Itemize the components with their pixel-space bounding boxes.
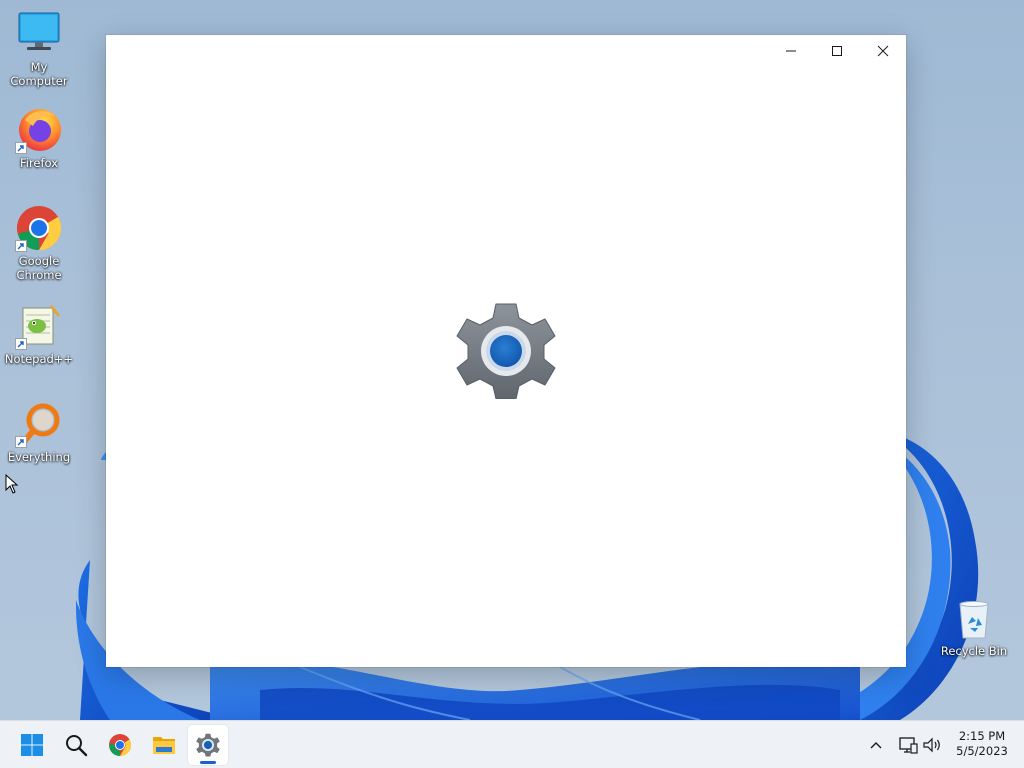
desktop-icon-label: My Computer — [10, 60, 68, 88]
settings-window[interactable] — [106, 35, 906, 667]
maximize-icon — [832, 46, 842, 56]
desktop-icon-label: Notepad++ — [4, 352, 74, 366]
settings-gear-icon — [196, 733, 220, 757]
desktop: My Computer Firefox Google Chrome Notepa… — [0, 0, 1024, 720]
search-icon — [66, 735, 88, 757]
minimize-button[interactable] — [768, 35, 814, 67]
network-icon[interactable] — [898, 735, 918, 755]
clock-time: 2:15 PM — [958, 729, 1006, 743]
desktop-icon-notepadpp[interactable]: Notepad++ — [1, 302, 77, 366]
taskbar-settings-button[interactable] — [188, 725, 228, 765]
taskbar-chrome-button[interactable] — [100, 725, 140, 765]
recycle-bin-icon — [959, 601, 989, 639]
chrome-icon — [109, 734, 132, 756]
system-clock[interactable]: 2:15 PM 5/5/2023 — [948, 729, 1016, 759]
chevron-up-icon[interactable] — [866, 735, 886, 755]
desktop-icon-everything[interactable]: Everything — [1, 400, 77, 464]
close-icon — [877, 45, 889, 57]
clock-date: 5/5/2023 — [956, 744, 1008, 758]
desktop-icon-google-chrome[interactable]: Google Chrome — [1, 204, 77, 282]
active-app-indicator — [200, 761, 216, 764]
desktop-icon-label: Everything — [7, 450, 71, 464]
desktop-icon-label: Recycle Bin — [940, 644, 1008, 658]
monitor-icon — [18, 12, 60, 50]
taskbar-file-explorer-button[interactable] — [144, 725, 184, 765]
shortcut-arrow-icon — [15, 142, 27, 154]
settings-gear-icon — [456, 303, 556, 399]
start-button[interactable] — [12, 725, 52, 765]
shortcut-arrow-icon — [15, 338, 27, 350]
desktop-icon-firefox[interactable]: Firefox — [1, 106, 77, 170]
folder-icon — [153, 737, 175, 754]
mouse-cursor-icon — [5, 474, 19, 494]
windows-logo-icon — [21, 734, 43, 756]
maximize-button[interactable] — [814, 35, 860, 67]
shortcut-arrow-icon — [15, 436, 27, 448]
search-button[interactable] — [56, 725, 96, 765]
desktop-icon-label: Google Chrome — [16, 254, 62, 282]
desktop-icon-my-computer[interactable]: My Computer — [1, 10, 77, 88]
minimize-icon — [786, 50, 796, 52]
desktop-icon-recycle-bin[interactable]: Recycle Bin — [936, 598, 1012, 658]
volume-icon[interactable] — [922, 735, 942, 755]
desktop-icon-label: Firefox — [19, 156, 59, 170]
taskbar: 2:15 PM 5/5/2023 — [0, 720, 1024, 768]
shortcut-arrow-icon — [15, 240, 27, 252]
close-button[interactable] — [860, 35, 906, 67]
